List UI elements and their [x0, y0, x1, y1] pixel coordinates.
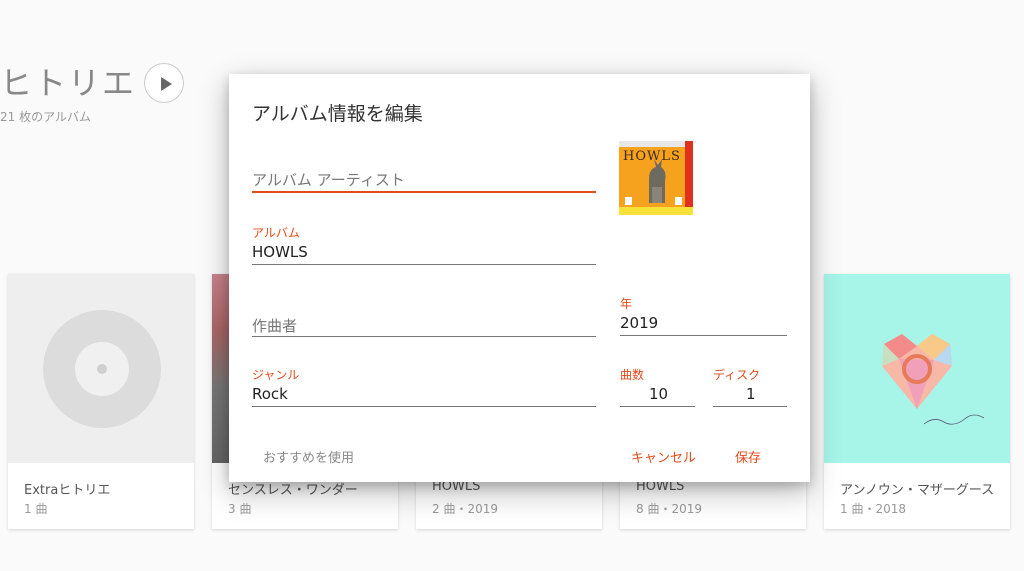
composer-field[interactable]: 作曲者	[252, 311, 596, 337]
cancel-button[interactable]: キャンセル	[631, 447, 696, 466]
genre-value: Rock	[252, 385, 288, 403]
album-card[interactable]: Extraヒトリエ 1 曲	[8, 274, 194, 529]
year-value: 2019	[620, 314, 659, 332]
field-underline	[252, 191, 596, 193]
album-cover-art[interactable]: HOWLS	[619, 141, 693, 215]
year-label: 年	[620, 297, 633, 311]
field-underline	[252, 406, 596, 407]
year-field[interactable]: 年 2019	[620, 295, 787, 337]
album-art	[824, 274, 1010, 463]
album-card-title: Extraヒトリエ	[24, 483, 111, 498]
album-artist-placeholder: アルバム アーティスト	[252, 171, 405, 189]
album-art-placeholder	[8, 274, 194, 463]
album-card-meta: 1 曲・2018	[840, 502, 906, 516]
album-value: HOWLS	[252, 243, 308, 261]
album-card-meta: 8 曲・2019	[636, 502, 702, 516]
album-card-title: アンノウン・マザーグース	[840, 483, 995, 498]
album-artist-field[interactable]: アルバム アーティスト	[252, 164, 596, 194]
play-button[interactable]	[144, 63, 184, 103]
genre-field[interactable]: ジャンル Rock	[252, 366, 596, 408]
album-card-meta: 3 曲	[228, 502, 252, 516]
artist-title: ヒトリエ	[0, 64, 137, 102]
album-field[interactable]: アルバム HOWLS	[252, 224, 596, 266]
album-label: アルバム	[252, 226, 300, 240]
album-card-meta: 1 曲	[24, 502, 48, 516]
dialog-title: アルバム情報を編集	[252, 103, 423, 125]
album-card-meta: 2 曲・2019	[432, 502, 498, 516]
disc-icon	[43, 310, 161, 428]
album-count: 21 枚のアルバム	[0, 110, 91, 124]
field-underline	[252, 264, 596, 265]
edit-album-dialog: アルバム情報を編集 アルバム アーティスト アルバム HOWLS HOWLS 作…	[229, 74, 810, 482]
field-underline	[620, 406, 695, 407]
album-card[interactable]: アンノウン・マザーグース 1 曲・2018	[824, 274, 1010, 529]
disc-number-label: ディスク	[713, 368, 761, 382]
genre-label: ジャンル	[252, 368, 300, 382]
use-recommendations-button[interactable]: おすすめを使用	[263, 447, 354, 466]
composer-placeholder: 作曲者	[252, 317, 298, 335]
save-button[interactable]: 保存	[735, 447, 761, 466]
field-underline	[620, 335, 787, 336]
disc-number-value: 1	[746, 385, 756, 403]
field-underline	[713, 406, 787, 407]
disc-number-field[interactable]: ディスク 1	[713, 366, 787, 408]
track-count-label: 曲数	[620, 368, 645, 382]
heart-art-icon	[882, 334, 985, 425]
field-underline	[252, 336, 596, 337]
track-count-field[interactable]: 曲数 10	[620, 366, 695, 408]
track-count-value: 10	[649, 385, 669, 403]
cover-title: HOWLS	[623, 149, 681, 164]
